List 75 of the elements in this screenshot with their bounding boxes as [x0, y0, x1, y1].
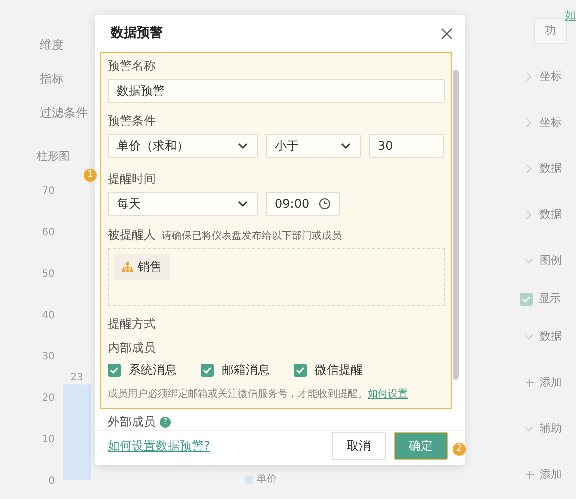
chart-title: 柱形图	[37, 150, 70, 163]
legend-label: 单价	[257, 472, 277, 487]
clock-icon	[319, 198, 331, 210]
dialog-title: 数据预警	[111, 24, 163, 43]
section-label: 内部成员	[108, 340, 157, 357]
field-value: 每天	[117, 196, 141, 213]
checkbox-label: 微信提醒	[315, 362, 363, 379]
field-label: 被提醒人	[108, 227, 156, 244]
field-label: 预警条件	[108, 113, 157, 130]
axis-tick-label: 30	[42, 352, 55, 363]
axis-tick-label: 70	[42, 186, 55, 197]
plus-icon	[526, 379, 534, 387]
help-link[interactable]: 如何设置数据预警?	[108, 437, 210, 455]
checkbox-label: 邮箱消息	[222, 362, 270, 379]
help-icon[interactable]: ?	[160, 416, 171, 428]
section-title: 数据	[540, 160, 562, 177]
axis-tick-label: 0	[48, 476, 55, 487]
field-label: 预警名称	[108, 58, 157, 75]
field-label: 指标	[40, 71, 65, 88]
field-value: 小于	[275, 138, 299, 155]
field-label: 提醒时间	[108, 171, 157, 188]
field-value: 30	[378, 138, 394, 155]
add-link[interactable]: 添加	[540, 374, 562, 392]
axis-tick-label: 40	[42, 310, 55, 322]
field-value: 单价（求和）	[117, 138, 189, 155]
scrollbar-thumb[interactable]	[453, 70, 459, 380]
field-label: 维度	[40, 37, 65, 54]
number-input[interactable]: 30	[369, 134, 444, 158]
link[interactable]: 如	[565, 8, 576, 24]
cancel-button[interactable]: 取消	[332, 432, 386, 460]
axis-tick-label: 20	[42, 393, 55, 404]
field-label: 过滤条件	[40, 105, 89, 122]
axis-tick-label: 10	[42, 434, 55, 446]
chevron-down-icon[interactable]	[524, 424, 534, 434]
section-title: 数据	[540, 328, 562, 345]
chevron-right-icon[interactable]	[524, 210, 534, 220]
checkbox[interactable]	[294, 364, 307, 376]
checkbox[interactable]	[520, 292, 533, 306]
section-title: 辅助	[540, 420, 562, 437]
checkbox-label: 显示	[539, 290, 561, 307]
checkbox[interactable]	[108, 364, 121, 376]
chevron-right-icon[interactable]	[524, 118, 534, 128]
checkbox-label: 系统消息	[129, 362, 177, 379]
time-input[interactable]: 09:00	[266, 192, 340, 216]
org-chart-icon	[122, 262, 134, 272]
close-icon[interactable]	[441, 28, 453, 40]
checkbox[interactable]	[201, 364, 214, 376]
section-title: 坐标	[540, 68, 562, 85]
section-title: 图例	[540, 252, 562, 269]
field-value: 09:00	[275, 196, 310, 213]
dropdown[interactable]: 小于	[266, 134, 361, 158]
data-label: 23	[70, 372, 84, 384]
plus-icon	[526, 471, 534, 479]
chevron-right-icon[interactable]	[524, 72, 534, 82]
field-value: 数据预警	[117, 83, 165, 100]
axis-tick-label: 50	[42, 268, 55, 280]
text-input[interactable]: 数据预警	[108, 79, 445, 103]
confirm-button[interactable]: 确定	[394, 432, 448, 460]
section-label: 外部成员	[108, 414, 156, 430]
chip-label: 销售	[138, 259, 162, 276]
section-title: 数据	[540, 206, 562, 223]
add-link[interactable]: 添加	[540, 466, 562, 484]
note-text: 成员用户必须绑定邮箱或关注微信服务号，才能收到提醒。如何设置	[108, 388, 409, 402]
chevron-down-icon[interactable]	[524, 332, 534, 342]
hint-text: 请确保已将仪表盘发布给以下部门或成员	[162, 230, 342, 244]
dropdown[interactable]: 单价（求和）	[108, 134, 258, 158]
help-link[interactable]: 如何设置	[368, 389, 408, 400]
section-title: 坐标	[540, 114, 562, 131]
chevron-down-icon[interactable]	[524, 256, 534, 266]
section-label: 提醒方式	[108, 316, 157, 333]
dropdown[interactable]: 每天	[108, 192, 258, 216]
chevron-right-icon[interactable]	[524, 164, 534, 174]
axis-tick-label: 60	[42, 227, 55, 238]
step-marker: 1	[84, 169, 97, 182]
legend-swatch-icon	[245, 476, 253, 484]
